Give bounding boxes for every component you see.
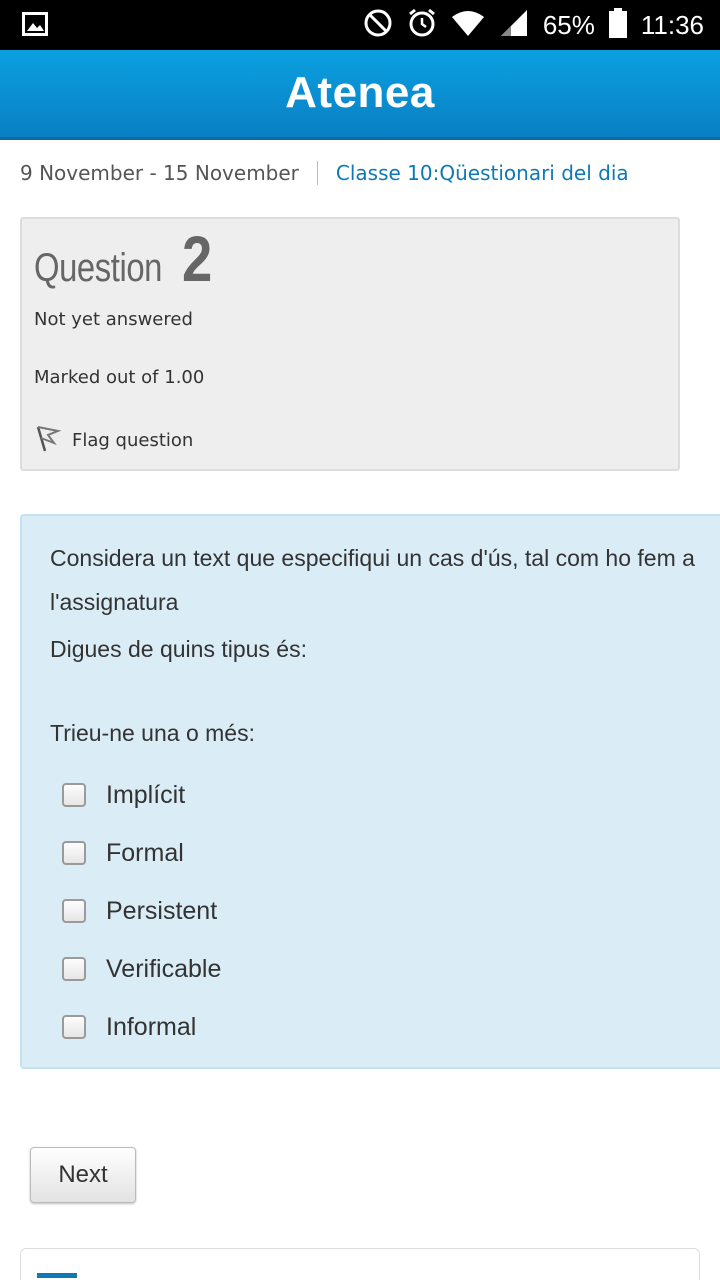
- status-icons: 65% 11:36: [363, 0, 704, 50]
- question-text: Considera un text que especifiqui un cas…: [50, 545, 695, 615]
- option-formal[interactable]: Formal: [62, 824, 221, 882]
- breadcrumb-quiz-link[interactable]: Classe 10:Qüestionari del dia: [336, 161, 629, 185]
- breadcrumb-week[interactable]: 9 November - 15 November: [20, 161, 299, 185]
- wifi-icon: [451, 9, 485, 41]
- checkbox[interactable]: [62, 957, 86, 981]
- checkbox[interactable]: [62, 1015, 86, 1039]
- question-number: 2: [182, 223, 213, 295]
- answer-prompt: Trieu-ne una o més:: [50, 720, 255, 746]
- option-implicit[interactable]: Implícit: [62, 766, 221, 824]
- do-not-disturb-icon: [363, 8, 393, 42]
- question-info-box: Question 2 Not yet answered Marked out o…: [20, 217, 680, 471]
- question-subtext: Digues de quins tipus és:: [50, 636, 307, 662]
- battery-percent: 65%: [542, 9, 595, 40]
- question-mark: Marked out of 1.00: [34, 367, 205, 388]
- next-button[interactable]: Next: [30, 1147, 136, 1203]
- answer-options: Implícit Formal Persistent Verificable I…: [62, 766, 221, 1056]
- flag-question-toggle[interactable]: Flag question: [34, 423, 193, 458]
- quiz-navigation-card: [20, 1248, 700, 1280]
- checkbox[interactable]: [62, 841, 86, 865]
- option-verificable[interactable]: Verificable: [62, 940, 221, 998]
- signal-icon: [499, 9, 529, 41]
- image-icon: [22, 12, 48, 36]
- checkbox[interactable]: [62, 899, 86, 923]
- app-header: Atenea: [0, 50, 720, 140]
- option-label[interactable]: Informal: [106, 1013, 196, 1042]
- app-title[interactable]: Atenea: [0, 50, 720, 136]
- breadcrumb: 9 November - 15 November Classe 10:Qüest…: [20, 158, 629, 188]
- option-informal[interactable]: Informal: [62, 998, 221, 1056]
- option-label[interactable]: Formal: [106, 839, 184, 868]
- question-heading: Question 2: [34, 227, 218, 291]
- question-state: Not yet answered: [34, 309, 193, 330]
- nav-card-accent: [37, 1273, 77, 1278]
- breadcrumb-divider: [316, 161, 318, 185]
- battery-icon: [608, 8, 627, 42]
- clock: 11:36: [640, 9, 704, 40]
- option-persistent[interactable]: Persistent: [62, 882, 221, 940]
- flag-question-label[interactable]: Flag question: [72, 430, 193, 451]
- option-label[interactable]: Verificable: [106, 955, 221, 984]
- flag-icon[interactable]: [34, 423, 62, 458]
- option-label[interactable]: Implícit: [106, 781, 185, 810]
- option-label[interactable]: Persistent: [106, 897, 217, 926]
- alarm-icon: [407, 8, 437, 42]
- question-content: Considera un text que especifiqui un cas…: [20, 514, 720, 1069]
- question-label: Question: [34, 246, 163, 290]
- status-bar: 65% 11:36: [0, 0, 720, 50]
- checkbox[interactable]: [62, 783, 86, 807]
